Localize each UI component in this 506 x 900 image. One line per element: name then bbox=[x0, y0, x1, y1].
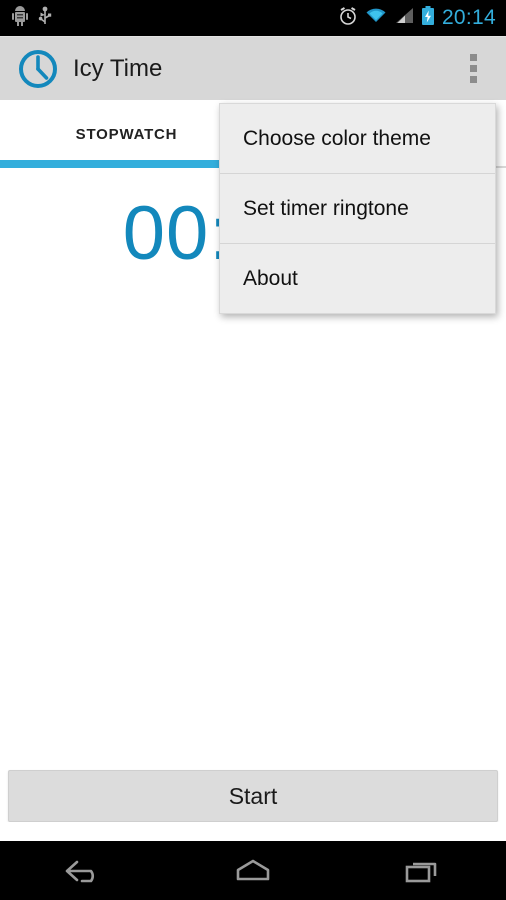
menu-item-label: About bbox=[243, 266, 298, 290]
android-debug-icon bbox=[12, 5, 28, 31]
tab-selected-indicator bbox=[0, 160, 253, 168]
navigation-bar bbox=[0, 841, 506, 900]
back-icon[interactable] bbox=[28, 841, 140, 900]
overflow-popup-menu: Choose color theme Set timer ringtone Ab… bbox=[219, 103, 496, 314]
menu-item-label: Set timer ringtone bbox=[243, 196, 409, 220]
page-title: Icy Time bbox=[73, 54, 163, 82]
menu-item-label: Choose color theme bbox=[243, 126, 431, 150]
alarm-clock-icon bbox=[338, 6, 358, 31]
battery-charging-icon bbox=[421, 5, 435, 31]
status-bar: 20:14 bbox=[0, 0, 506, 36]
menu-item-choose-color-theme[interactable]: Choose color theme bbox=[220, 104, 495, 173]
overflow-dot bbox=[469, 76, 477, 83]
start-button-label: Start bbox=[228, 782, 278, 809]
start-button[interactable]: Start bbox=[8, 770, 498, 822]
recents-icon[interactable] bbox=[366, 841, 478, 900]
overflow-dot bbox=[469, 65, 477, 72]
cell-signal-icon bbox=[394, 7, 414, 30]
phone-screen: 20:14 Icy Time STOPWATCH 00:00.0 bbox=[0, 0, 506, 900]
status-bar-left-icons bbox=[0, 5, 52, 31]
tab-stopwatch[interactable]: STOPWATCH bbox=[0, 100, 253, 168]
tab-stopwatch-label: STOPWATCH bbox=[75, 125, 178, 143]
clock-icon bbox=[17, 48, 59, 90]
usb-icon bbox=[38, 6, 52, 31]
menu-item-set-timer-ringtone[interactable]: Set timer ringtone bbox=[220, 174, 495, 243]
overflow-dot bbox=[469, 54, 477, 61]
status-bar-right-icons: 20:14 bbox=[338, 5, 506, 31]
home-icon[interactable] bbox=[197, 841, 309, 900]
bottom-spacer bbox=[0, 822, 506, 841]
menu-item-about[interactable]: About bbox=[220, 244, 495, 313]
status-bar-clock: 20:14 bbox=[441, 6, 496, 29]
overflow-menu-icon[interactable] bbox=[454, 43, 492, 95]
wifi-icon bbox=[365, 7, 387, 30]
action-bar: Icy Time bbox=[0, 36, 506, 100]
